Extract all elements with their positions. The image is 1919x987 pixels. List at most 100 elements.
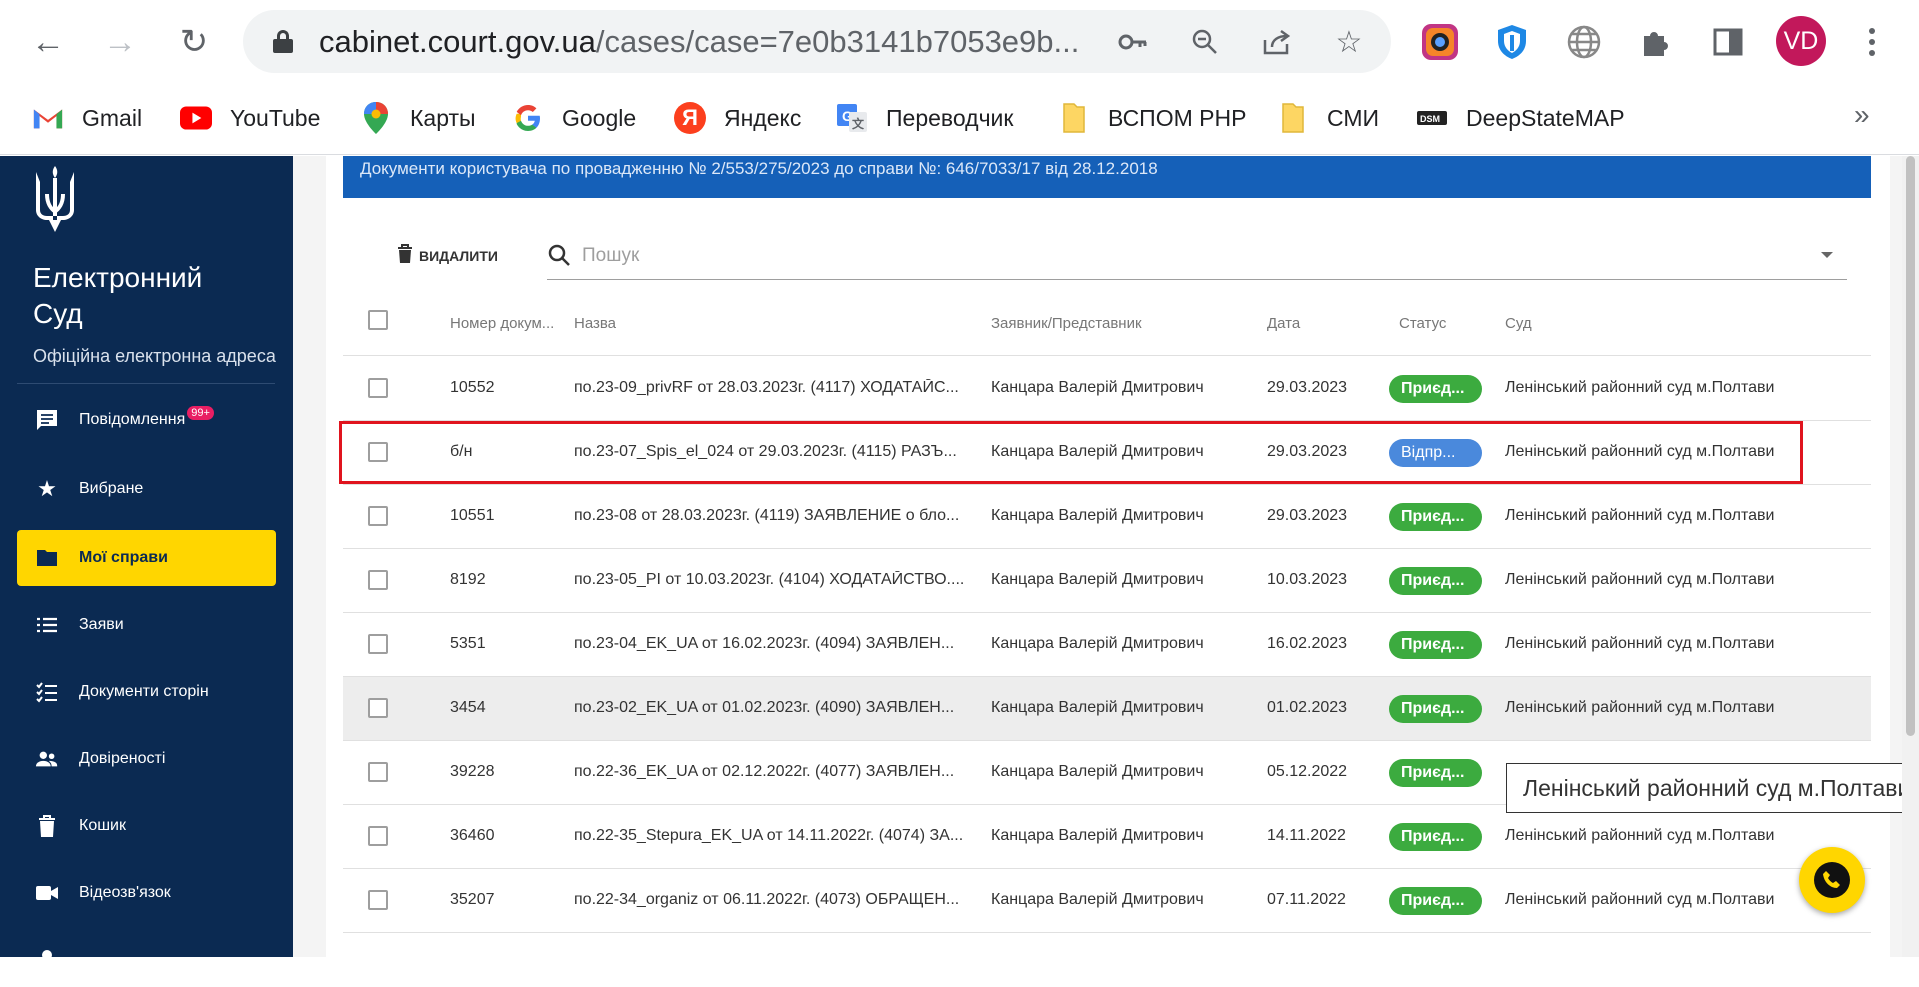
row-checkbox[interactable]: [368, 506, 388, 526]
sidebar-item-trash[interactable]: Кошик: [17, 798, 276, 854]
cell-date: 29.03.2023: [1267, 507, 1348, 524]
bookmark-folder-smi[interactable]: СМИ: [1277, 97, 1379, 139]
profile-avatar[interactable]: VD: [1776, 16, 1826, 66]
select-all-checkbox[interactable]: [368, 310, 388, 330]
sidebar-item-party-documents[interactable]: Документи сторін: [17, 664, 276, 720]
delete-label: ВИДАЛИТИ: [419, 247, 498, 264]
share-icon[interactable]: [1255, 20, 1299, 64]
cell-number: 5351: [450, 635, 486, 652]
table-row[interactable]: 3454 по.23-02_EK_UA от 01.02.2023г. (4090…: [343, 677, 1871, 741]
table-row[interactable]: 8192 по.23-05_PI от 10.03.2023г. (4104) Х…: [343, 549, 1871, 613]
row-checkbox[interactable]: [368, 698, 388, 718]
status-badge: Приєд...: [1389, 823, 1482, 851]
search-bar: [547, 232, 1847, 280]
key-icon[interactable]: [1111, 20, 1155, 64]
bookmark-google[interactable]: Google: [512, 97, 636, 139]
status-badge: Приєд...: [1389, 503, 1482, 531]
cell-applicant: Канцара Валерій Дмитрович: [991, 699, 1204, 716]
sidebar-item-my-cases[interactable]: Мої справи: [17, 530, 276, 586]
call-button[interactable]: [1799, 847, 1865, 913]
trash-icon: [35, 814, 59, 838]
column-header-name[interactable]: Назва: [574, 315, 616, 332]
cell-name: по.23-07_Spis_el_024 от 29.03.2023г. (41…: [574, 443, 957, 460]
search-icon: [547, 243, 571, 267]
youtube-icon: [180, 102, 212, 134]
side-panel-icon[interactable]: [1704, 18, 1752, 66]
column-header-applicant[interactable]: Заявник/Представник: [991, 315, 1142, 332]
cell-court: Ленінський районний суд м.Полтави: [1505, 635, 1775, 652]
bookmark-gmail[interactable]: Gmail: [32, 97, 142, 139]
address-bar[interactable]: cabinet.court.gov.ua/cases/case=7e0b3141…: [243, 10, 1391, 73]
browser-menu-icon[interactable]: [1848, 18, 1896, 66]
column-header-court[interactable]: Суд: [1505, 315, 1532, 332]
sidebar-item-more[interactable]: [17, 931, 276, 987]
bookmark-star-icon[interactable]: ☆: [1327, 20, 1371, 64]
video-icon: [35, 881, 59, 905]
row-checkbox[interactable]: [368, 826, 388, 846]
bookmark-folder-php[interactable]: ВСПОМ PHP: [1058, 97, 1246, 139]
search-input[interactable]: [582, 241, 1782, 271]
svg-text:DSM: DSM: [1420, 114, 1440, 124]
column-header-status[interactable]: Статус: [1399, 315, 1446, 332]
row-checkbox[interactable]: [368, 570, 388, 590]
proceeding-title: Документи користувача по провадженню № 2…: [343, 156, 1871, 198]
row-checkbox[interactable]: [368, 442, 388, 462]
status-badge: Приєд...: [1389, 695, 1482, 723]
row-checkbox[interactable]: [368, 762, 388, 782]
row-checkbox[interactable]: [368, 634, 388, 654]
table-row[interactable]: 35207 по.22-34_organiz от 06.11.2022г. (4…: [343, 869, 1871, 933]
bookmark-label: Карты: [410, 104, 476, 131]
column-header-date[interactable]: Дата: [1267, 315, 1300, 332]
table-row[interactable]: 10552 по.23-09_privRF от 28.03.2023г. (41…: [343, 357, 1871, 421]
brand-line-2: Суд: [33, 298, 83, 329]
cell-name: по.22-36_EK_UA от 02.12.2022г. (4077) ЗА…: [574, 763, 955, 780]
cell-number: 10552: [450, 379, 495, 396]
sidebar-item-notifications[interactable]: Повідомлення 99+: [17, 392, 276, 448]
reload-icon[interactable]: ↻: [170, 18, 218, 66]
delete-button[interactable]: ВИДАЛИТИ: [396, 244, 498, 267]
extension-globe-icon[interactable]: [1560, 18, 1608, 66]
cell-name: по.23-04_EK_UA от 16.02.2023г. (4094) ЗА…: [574, 635, 955, 652]
svg-text:文: 文: [852, 116, 865, 131]
table-row[interactable]: 10551 по.23-08 от 28.03.2023г. (4119) ЗАЯ…: [343, 485, 1871, 549]
table-row[interactable]: б/н по.23-07_Spis_el_024 от 29.03.2023г. …: [343, 421, 1871, 485]
url-text[interactable]: cabinet.court.gov.ua/cases/case=7e0b3141…: [319, 24, 1089, 60]
chevron-down-icon[interactable]: [1821, 252, 1833, 258]
bookmark-maps[interactable]: Карты: [360, 97, 476, 139]
zoom-out-icon[interactable]: [1183, 20, 1227, 64]
people-icon: [35, 747, 59, 771]
forward-arrow-icon[interactable]: →: [96, 18, 144, 66]
table-header: Номер докум... Назва Заявник/Представник…: [343, 286, 1871, 356]
bookmark-label: YouTube: [230, 104, 321, 131]
extension-camera-icon[interactable]: [1416, 18, 1464, 66]
sidebar-item-label: Відеозв'язок: [79, 884, 171, 901]
bookmark-translate[interactable]: G文 Переводчик: [836, 97, 1013, 139]
scrollbar-thumb[interactable]: [1906, 156, 1915, 736]
yandex-icon: Я: [674, 102, 706, 134]
checklist-icon: [35, 680, 59, 704]
folder-icon: [1058, 102, 1090, 134]
table-row[interactable]: 5351 по.23-04_EK_UA от 16.02.2023г. (4094…: [343, 613, 1871, 677]
status-badge: Приєд...: [1389, 759, 1482, 787]
trident-logo-icon: [33, 164, 77, 234]
extensions-puzzle-icon[interactable]: [1632, 18, 1680, 66]
cell-number: б/н: [450, 443, 473, 460]
extension-shield-icon[interactable]: [1488, 18, 1536, 66]
deepstate-icon: DSM: [1416, 102, 1448, 134]
bookmark-youtube[interactable]: YouTube: [180, 97, 320, 139]
sidebar-item-video-call[interactable]: Відеозв'язок: [17, 865, 276, 921]
table-row[interactable]: 36460 по.22-35_Stepura_EK_UA от 14.11.202…: [343, 805, 1871, 869]
sidebar-item-powers-of-attorney[interactable]: Довіреності: [17, 731, 276, 787]
back-arrow-icon[interactable]: ←: [24, 18, 72, 66]
cell-name: по.23-02_EK_UA от 01.02.2023г. (4090) ЗА…: [574, 699, 955, 716]
row-checkbox[interactable]: [368, 890, 388, 910]
row-checkbox[interactable]: [368, 378, 388, 398]
column-header-number[interactable]: Номер докум...: [450, 315, 554, 332]
bookmark-yandex[interactable]: Я Яндекс: [674, 97, 801, 139]
lock-icon[interactable]: [273, 30, 293, 53]
bookmarks-overflow-chevron-icon[interactable]: »: [1854, 99, 1870, 131]
sidebar-item-applications[interactable]: Заяви: [17, 597, 276, 653]
bookmark-deepstate[interactable]: DSM DeepStateMAP: [1416, 97, 1625, 139]
sidebar-item-label: Вибране: [79, 480, 144, 497]
sidebar-item-favorites[interactable]: ★ Вибране: [17, 461, 276, 517]
